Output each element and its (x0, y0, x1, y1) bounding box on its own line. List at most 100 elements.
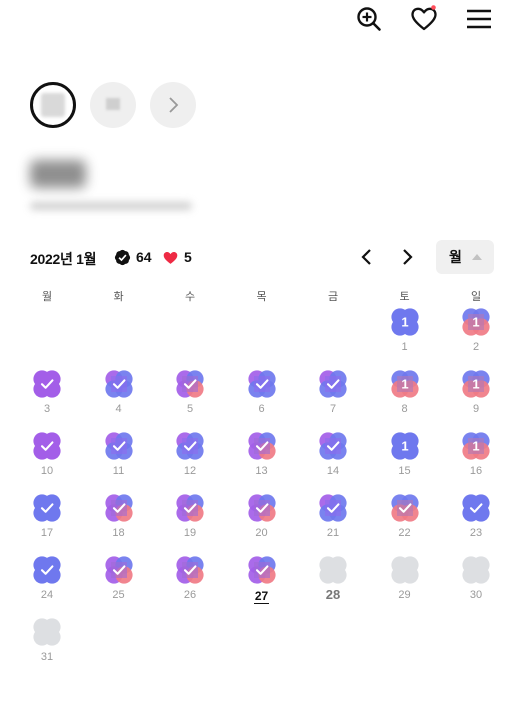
activity-mark[interactable] (176, 494, 204, 522)
activity-mark[interactable] (390, 494, 419, 522)
activity-mark[interactable] (33, 494, 61, 522)
day-number: 4 (115, 403, 122, 415)
activity-mark[interactable] (104, 556, 133, 584)
calendar-day[interactable]: 31 (11, 618, 83, 676)
calendar-day[interactable]: 1 15 (369, 432, 441, 490)
day-number: 8 (401, 403, 408, 415)
calendar-day[interactable]: 6 (226, 370, 298, 428)
day-badge-count: 1 (472, 315, 479, 330)
chevron-right-chip[interactable] (150, 82, 196, 128)
activity-mark[interactable] (33, 556, 61, 584)
activity-mark[interactable] (319, 494, 347, 522)
calendar-day[interactable]: 17 (11, 494, 83, 552)
day-number: 21 (326, 527, 340, 539)
view-mode-label: 월 (449, 249, 462, 265)
activity-mark[interactable]: 1 (462, 308, 490, 336)
day-number: 18 (112, 527, 125, 539)
day-number: 12 (183, 465, 197, 477)
prev-month-button[interactable] (355, 245, 379, 269)
calendar-day[interactable]: 21 (297, 494, 369, 552)
day-number: 1 (401, 341, 408, 353)
search-plus-icon[interactable] (354, 4, 384, 34)
day-number: 17 (40, 527, 54, 539)
empty-day-mark[interactable] (319, 556, 347, 584)
calendar-day[interactable]: 12 (440, 308, 512, 366)
activity-mark[interactable]: 1 (390, 370, 419, 398)
weekday-label: 목 (256, 291, 267, 303)
today-day-number: 27 (226, 589, 298, 604)
day-number: 9 (472, 403, 480, 415)
calendar-day[interactable]: 13 (226, 432, 298, 490)
calendar-day[interactable]: 20 (226, 494, 298, 552)
activity-mark[interactable]: 1 (390, 432, 419, 460)
activity-mark[interactable]: 1 (390, 308, 419, 336)
calendar-day[interactable]: 12 (154, 432, 226, 490)
calendar-day[interactable]: 5 (154, 370, 226, 428)
next-month-button[interactable] (395, 245, 419, 269)
day-number: 3 (43, 403, 51, 415)
calendar-day[interactable]: 27 (226, 556, 298, 614)
activity-mark[interactable] (104, 370, 133, 398)
calendar-day[interactable]: 23 (440, 494, 512, 552)
check-badge-icon (114, 249, 131, 265)
calendar-day[interactable]: 4 (83, 370, 155, 428)
activity-mark[interactable] (104, 494, 133, 522)
calendar-day[interactable]: 14 (297, 432, 369, 490)
chip-thumbnail (41, 93, 65, 117)
activity-mark[interactable] (247, 494, 276, 522)
calendar-day[interactable]: 30 (440, 556, 512, 614)
menu-icon[interactable] (464, 4, 494, 34)
activity-mark[interactable] (176, 556, 204, 584)
calendar-day[interactable]: 28 (297, 556, 369, 614)
activity-mark[interactable] (104, 432, 133, 460)
activity-mark[interactable] (33, 370, 61, 398)
calendar-day[interactable]: 1 16 (440, 432, 512, 490)
calendar-day[interactable]: 10 (11, 432, 83, 490)
activity-mark[interactable] (176, 432, 204, 460)
calendar-day[interactable]: 11 (83, 432, 155, 490)
calendar-day[interactable]: 24 (11, 556, 83, 614)
weekday-label: 금 (327, 291, 339, 303)
calendar-day[interactable]: 19 (440, 370, 512, 428)
day-number: 25 (112, 589, 125, 601)
heart-icon[interactable] (409, 4, 439, 34)
activity-mark[interactable] (247, 556, 276, 584)
empty-day-mark[interactable] (462, 556, 490, 584)
day-number: 6 (258, 403, 265, 415)
chevron-left-icon (361, 249, 371, 265)
empty-day-mark[interactable] (390, 556, 419, 584)
activity-mark[interactable] (462, 494, 490, 522)
calendar-day[interactable]: 29 (369, 556, 441, 614)
day-number: 26 (183, 589, 197, 601)
activity-mark[interactable]: 1 (462, 370, 490, 398)
weekday-label: 토 (399, 291, 410, 303)
calendar-day[interactable]: 22 (369, 494, 441, 552)
calendar-day[interactable]: 7 (297, 370, 369, 428)
activity-mark[interactable] (247, 370, 276, 398)
view-mode-select[interactable]: 월 (436, 240, 494, 274)
heart-count: 5 (184, 249, 192, 265)
day-number: 11 (112, 465, 125, 477)
calendar-day[interactable]: 3 (11, 370, 83, 428)
chip[interactable] (90, 82, 136, 128)
day-number: 15 (398, 465, 411, 477)
blurred-subtitle (30, 202, 192, 210)
activity-mark[interactable] (319, 370, 347, 398)
activity-mark[interactable] (33, 432, 61, 460)
caret-up-icon (471, 254, 482, 260)
calendar-day[interactable]: 26 (154, 556, 226, 614)
activity-mark[interactable] (319, 432, 347, 460)
calendar-day[interactable]: 18 (83, 494, 155, 552)
calendar-day[interactable]: 18 (369, 370, 441, 428)
calendar-day[interactable]: 25 (83, 556, 155, 614)
activity-mark[interactable] (176, 370, 204, 398)
day-badge-count: 1 (472, 377, 479, 392)
activity-mark[interactable]: 1 (462, 432, 490, 460)
activity-mark[interactable] (247, 432, 276, 460)
calendar-day[interactable]: 11 (369, 308, 441, 366)
empty-day-mark[interactable] (33, 618, 61, 646)
chevron-right-icon (403, 249, 413, 265)
day-number: 28 (325, 587, 341, 602)
selected-chip[interactable] (30, 82, 76, 128)
calendar-day[interactable]: 19 (154, 494, 226, 552)
